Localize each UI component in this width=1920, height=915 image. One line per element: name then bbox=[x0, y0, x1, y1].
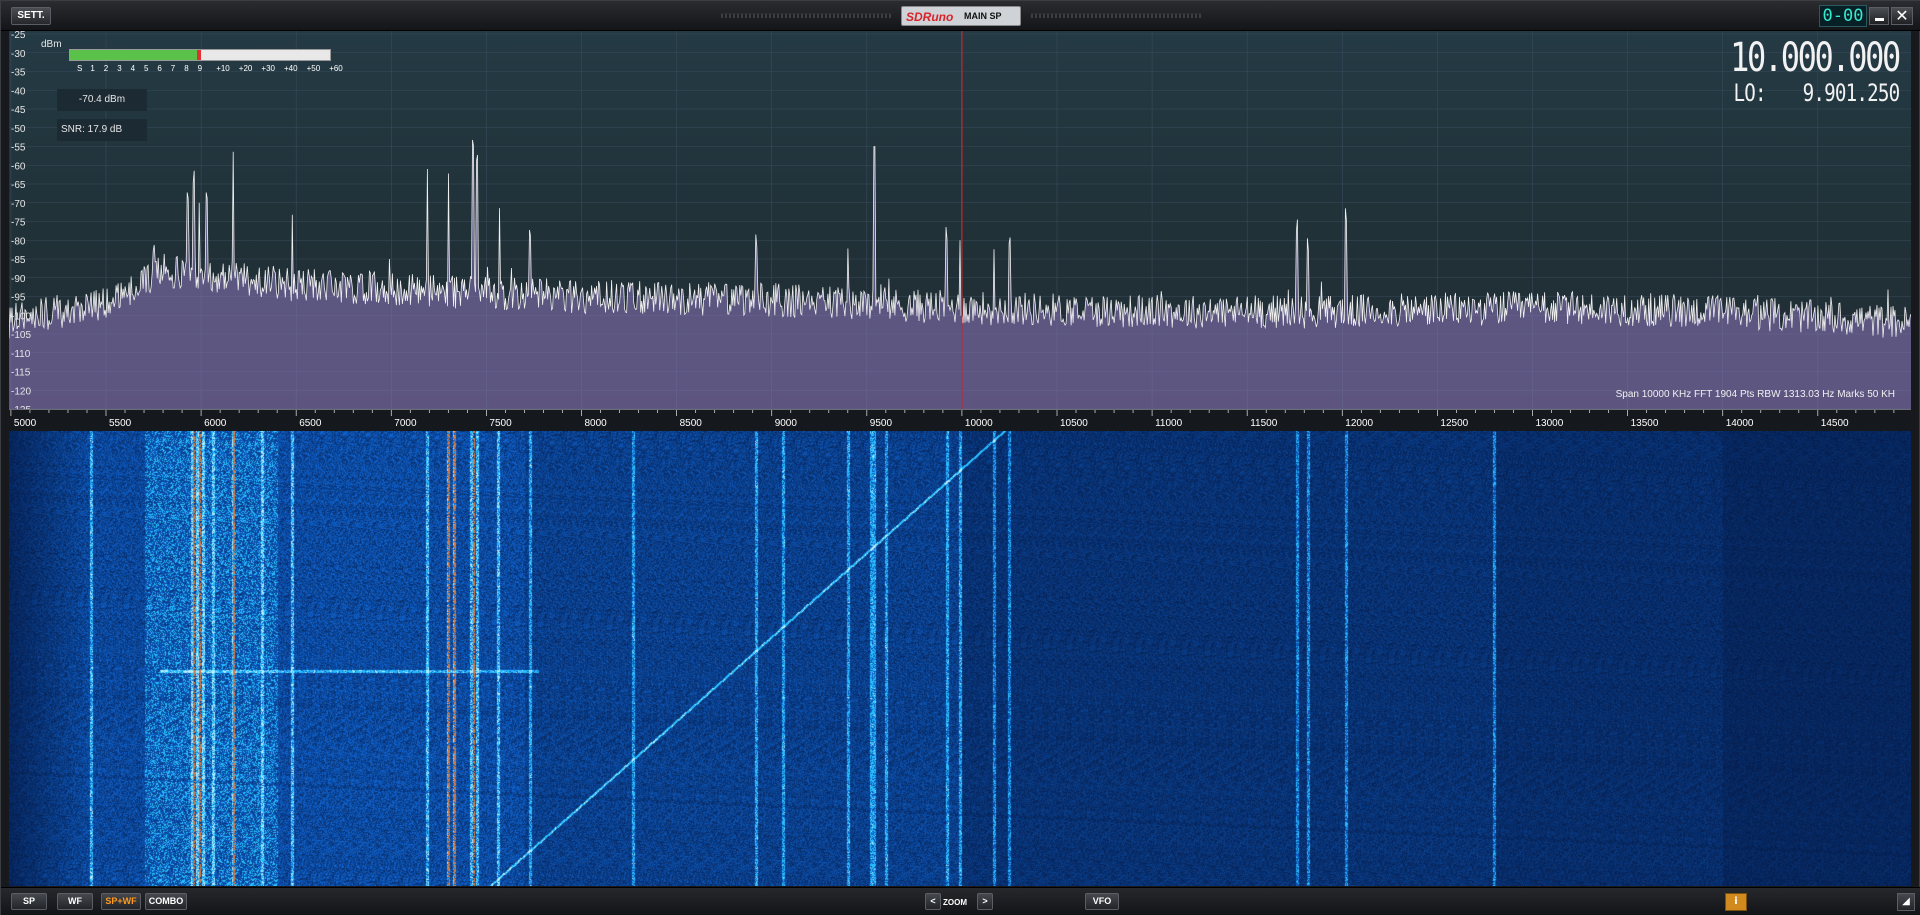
vfo-button[interactable]: VFO bbox=[1085, 893, 1119, 910]
x-tick-label: 7000 bbox=[394, 418, 417, 429]
s-meter-fill bbox=[70, 50, 198, 60]
spectrum-display[interactable]: -25 -30 -35 -40 -45 -50 -55 -60 -65 -70 -75 -80 -85 -… bbox=[9, 31, 1911, 409]
y-tick-label: -100 bbox=[11, 311, 31, 322]
y-tick-label: -65 bbox=[11, 180, 26, 191]
s-meter-tick: 4 bbox=[130, 64, 136, 73]
combo-mode-button[interactable]: COMBO bbox=[145, 893, 187, 910]
s-meter-tick: 3 bbox=[117, 64, 122, 73]
x-tick-label: 11000 bbox=[1155, 418, 1183, 429]
spectrum-plot[interactable]: -25 -30 -35 -40 -45 -50 -55 -60 -65 -70 -75 -80 -85 -… bbox=[9, 31, 1911, 409]
y-tick-label: -110 bbox=[11, 349, 31, 360]
y-tick-label: -55 bbox=[11, 143, 26, 154]
x-tick-label: 10500 bbox=[1060, 418, 1088, 429]
s-meter-tick: 9 bbox=[197, 64, 203, 73]
wf-mode-button[interactable]: WF bbox=[57, 893, 93, 910]
y-tick-label: -95 bbox=[11, 293, 26, 304]
s-meter-tick: +10 bbox=[216, 64, 230, 73]
s-meter: S 1 2 3 4 5 6 7 8 9 +10 +20 +30 +40 +50 +60 bbox=[69, 49, 343, 79]
y-tick-label: -45 bbox=[11, 105, 26, 116]
s-meter-tick: +40 bbox=[284, 64, 298, 73]
x-tick-label: 6500 bbox=[299, 418, 322, 429]
info-button[interactable]: i bbox=[1725, 893, 1747, 911]
title-bar[interactable]: SETT. SDRuno MAIN SP 0-00 ✕ bbox=[1, 1, 1920, 31]
s-meter-tick: 1 bbox=[90, 64, 95, 73]
s-meter-scale: S 1 2 3 4 5 6 7 8 9 +10 +20 +30 +40 +50 +60 bbox=[69, 64, 343, 76]
y-tick-label: -120 bbox=[11, 386, 31, 397]
x-tick-label: 8500 bbox=[680, 418, 703, 429]
y-tick-label: -50 bbox=[11, 124, 26, 135]
s-meter-tick: +20 bbox=[238, 64, 253, 73]
x-tick-label: 7500 bbox=[489, 418, 512, 429]
power-readout: -70.4 dBm bbox=[57, 89, 147, 111]
y-tick-label: -25 bbox=[11, 31, 26, 41]
lo-value: 9.901.250 bbox=[1802, 79, 1900, 107]
s-meter-tick: +30 bbox=[261, 64, 275, 73]
zoom-label: ZOOM bbox=[943, 898, 967, 907]
y-tick-label: -70 bbox=[11, 199, 26, 210]
zoom-out-button[interactable]: < bbox=[925, 893, 941, 910]
y-tick-label: -105 bbox=[11, 330, 31, 341]
vfo-frequency-display[interactable]: 10.000.000 bbox=[1730, 35, 1901, 81]
x-tick-label: 11500 bbox=[1250, 418, 1278, 429]
s-meter-tick: 6 bbox=[157, 64, 162, 73]
snr-readout: SNR: 17.9 dB bbox=[57, 119, 147, 141]
minimize-icon[interactable] bbox=[1869, 7, 1889, 25]
sdruno-main-sp-window: SETT. SDRuno MAIN SP 0-00 ✕ -25 -30 -35 -40… bbox=[0, 0, 1920, 915]
y-tick-label: -115 bbox=[11, 368, 31, 379]
s-meter-tick: +50 bbox=[306, 64, 321, 73]
lo-frequency-row[interactable]: LO: 9.901.250 bbox=[1733, 79, 1900, 107]
x-tick-label: 14500 bbox=[1821, 418, 1849, 429]
title-grip-left bbox=[721, 13, 891, 18]
s-meter-tick: 8 bbox=[184, 64, 189, 73]
x-tick-label: 14000 bbox=[1726, 418, 1754, 429]
s-meter-tick: +60 bbox=[329, 64, 343, 73]
x-tick-label: 8000 bbox=[585, 418, 608, 429]
bottom-toolbar: SP WF SP+WF COMBO < ZOOM > VFO i ◢ bbox=[1, 887, 1920, 915]
close-icon[interactable]: ✕ bbox=[1891, 7, 1913, 25]
title-grip-right bbox=[1031, 13, 1201, 18]
frequency-axis[interactable]: 5000 5500 6000 6500 7000 7500 8000 8500 9000 9500… bbox=[9, 409, 1911, 431]
y-tick-label: -90 bbox=[11, 274, 26, 285]
x-tick-label: 10000 bbox=[965, 418, 993, 429]
x-tick-label: 9500 bbox=[870, 418, 893, 429]
y-tick-label: -80 bbox=[11, 236, 26, 247]
waterfall-canvas[interactable] bbox=[9, 431, 1911, 886]
s-meter-tick: S bbox=[77, 64, 83, 73]
x-tick-label: 12500 bbox=[1440, 418, 1468, 429]
y-tick-label: -75 bbox=[11, 218, 26, 229]
y-tick-label: -60 bbox=[11, 161, 26, 172]
s-meter-tick: 7 bbox=[170, 64, 176, 73]
span-info: Span 10000 KHz FFT 1904 Pts RBW 1313.03 … bbox=[1615, 389, 1895, 400]
y-tick-label: -40 bbox=[11, 86, 26, 97]
x-tick-label: 5000 bbox=[14, 418, 37, 429]
s-meter-bar bbox=[69, 49, 331, 61]
x-tick-label: 6000 bbox=[204, 418, 227, 429]
lo-label: LO: bbox=[1733, 79, 1766, 107]
channel-id-display: 0-00 bbox=[1819, 5, 1867, 27]
x-tick-label: 9000 bbox=[775, 418, 798, 429]
s-meter-tick: 2 bbox=[103, 64, 109, 73]
settings-button[interactable]: SETT. bbox=[11, 7, 51, 25]
sp-wf-mode-button[interactable]: SP+WF bbox=[101, 893, 141, 910]
zoom-in-button[interactable]: > bbox=[977, 893, 993, 910]
x-tick-label: 13000 bbox=[1536, 418, 1564, 429]
panel-tag: SDRuno MAIN SP bbox=[901, 6, 1021, 26]
y-tick-label: -30 bbox=[11, 49, 26, 60]
x-tick-label: 5500 bbox=[109, 418, 132, 429]
y-tick-label: -85 bbox=[11, 255, 26, 266]
x-tick-label: 12000 bbox=[1345, 418, 1373, 429]
s-meter-tick: 5 bbox=[144, 64, 149, 73]
y-tick-label: -35 bbox=[11, 68, 26, 79]
panel-name: MAIN SP bbox=[964, 11, 1002, 21]
s-meter-peak bbox=[197, 50, 202, 60]
sdruno-logo: SDRuno bbox=[906, 10, 954, 24]
resize-corner-icon[interactable]: ◢ bbox=[1897, 893, 1915, 911]
waterfall-display[interactable] bbox=[9, 431, 1911, 886]
x-tick-label: 13500 bbox=[1631, 418, 1659, 429]
y-axis-unit: dBm bbox=[41, 39, 62, 50]
sp-mode-button[interactable]: SP bbox=[11, 893, 47, 910]
